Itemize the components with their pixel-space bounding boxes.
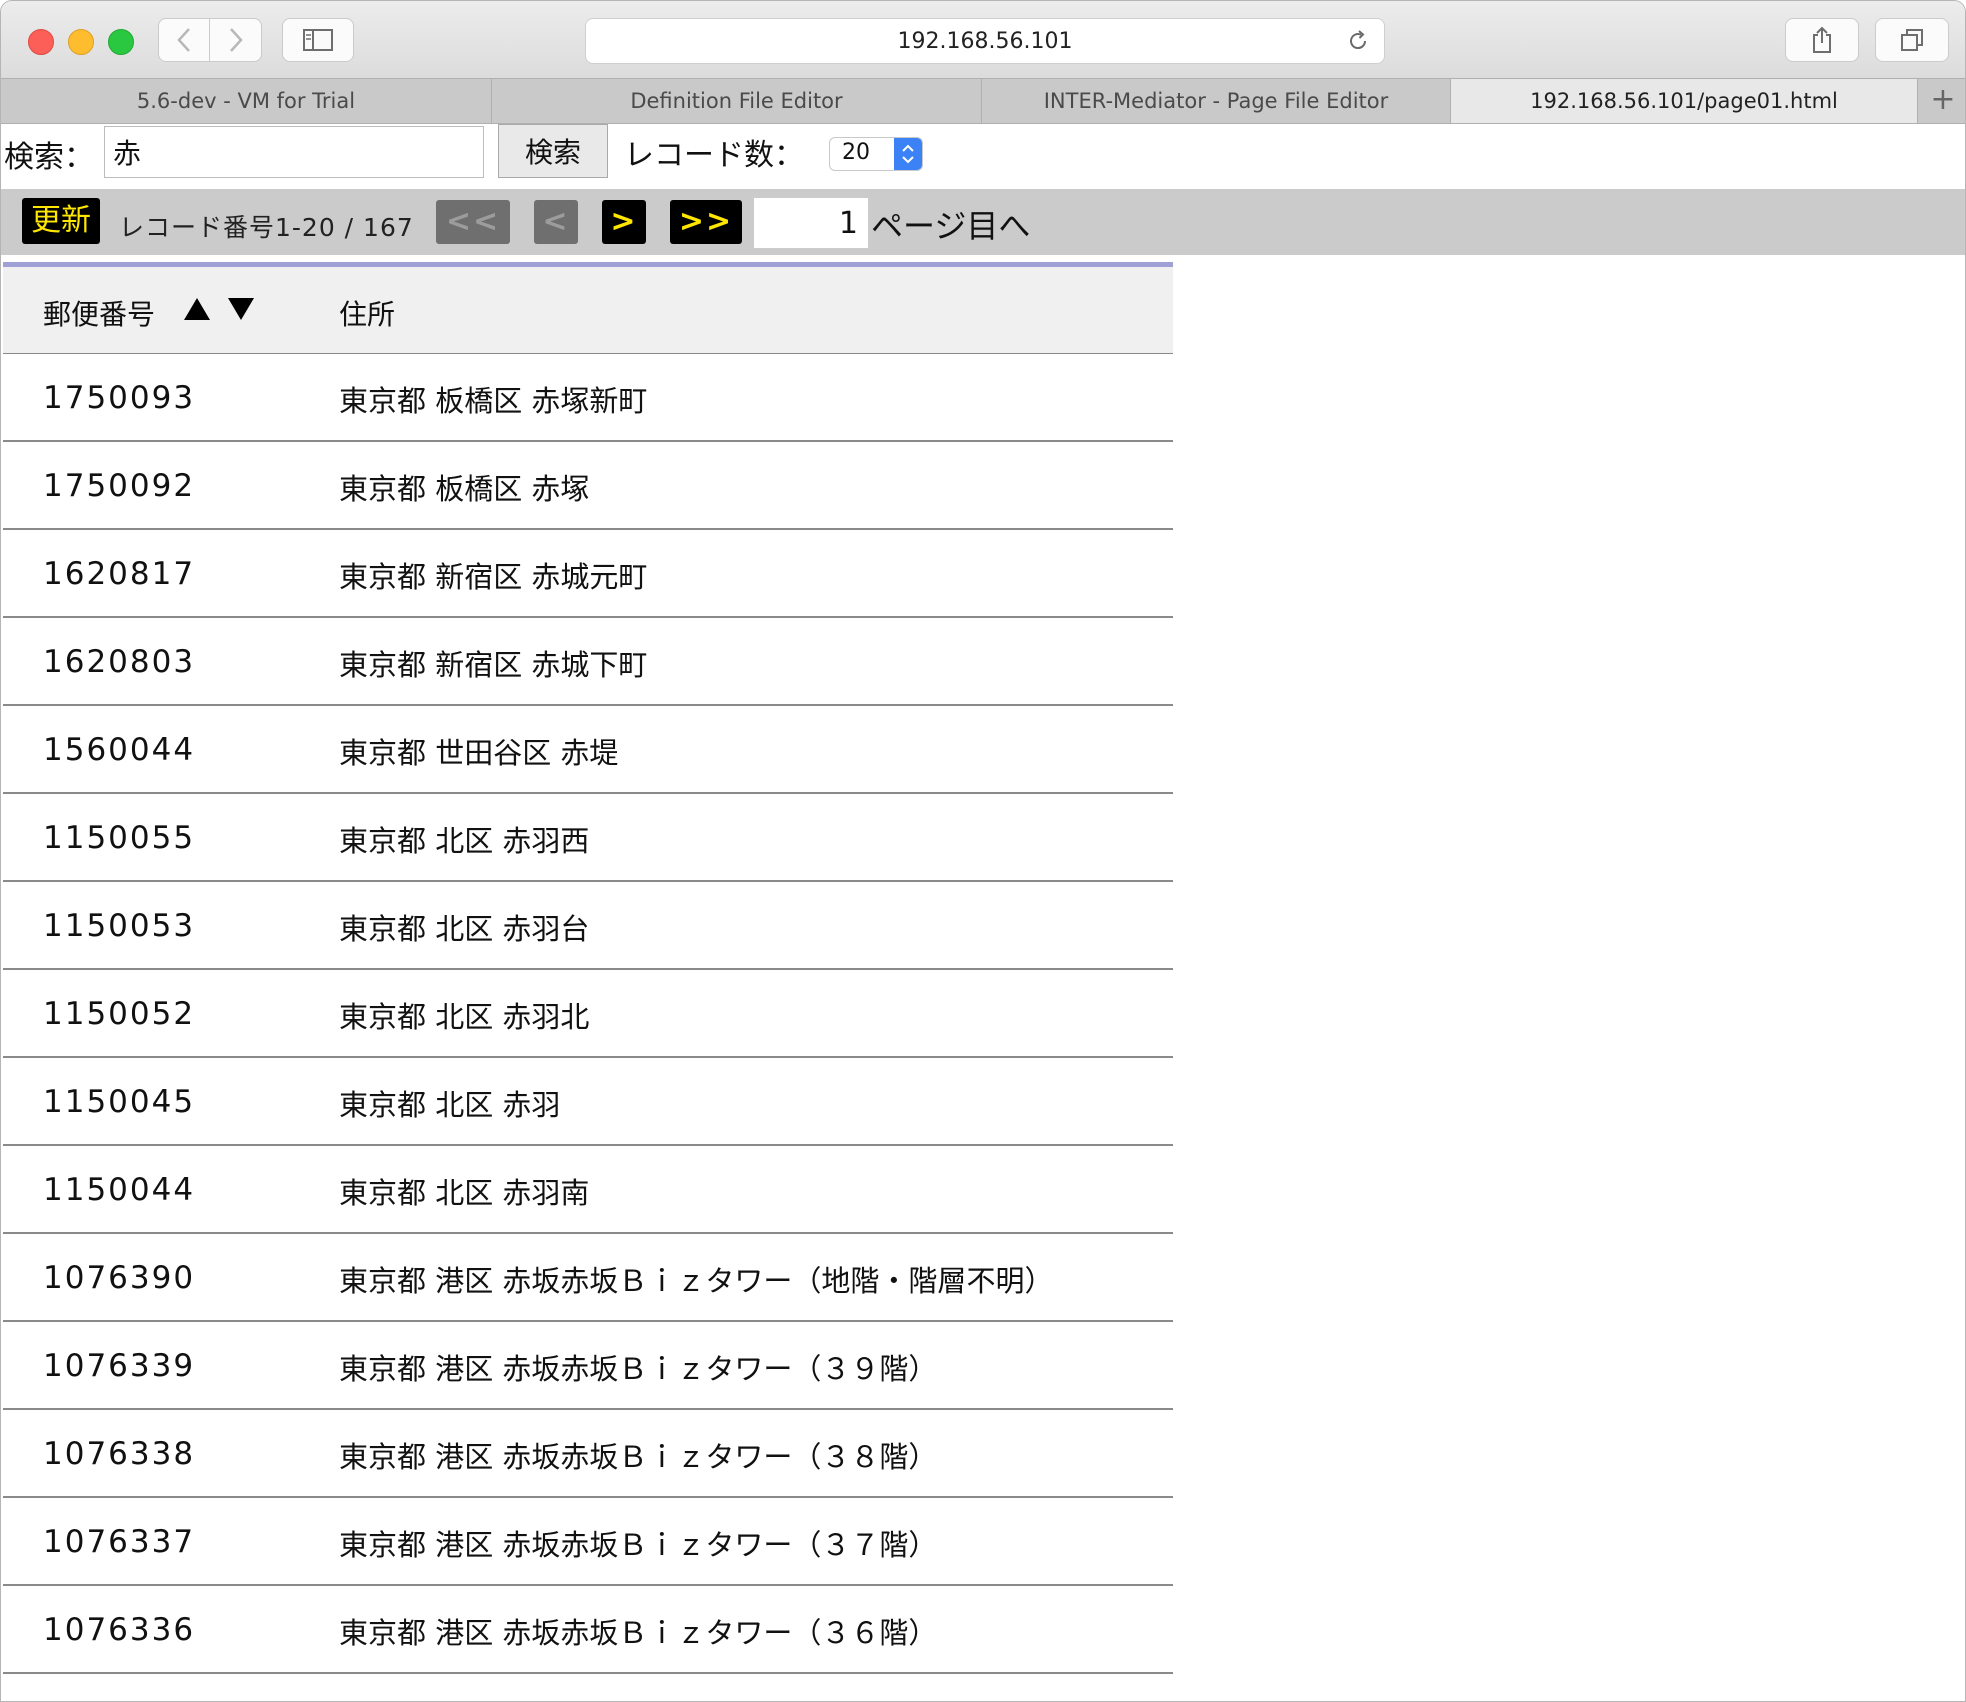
sort-asc-icon[interactable]: [183, 297, 211, 321]
zip-cell: 1150055: [43, 820, 196, 856]
address-cell: 東京都 港区 赤坂赤坂Ｂｉｚタワー（３６階）: [339, 1616, 938, 1650]
zip-cell: 1076338: [43, 1436, 196, 1472]
address-cell: 東京都 北区 赤羽: [339, 1088, 561, 1122]
page-content: 検索： 検索 レコード数： 20 更新 レコード番号1-20 / 167 << …: [1, 124, 1965, 1701]
chevron-left-icon: [177, 28, 190, 52]
table-row: 1750093 東京都 板橋区 赤塚新町: [3, 354, 1173, 442]
share-icon: [1813, 26, 1831, 53]
table-row: 1150055 東京都 北区 赤羽西: [3, 794, 1173, 882]
record-count-label: レコード数：: [624, 138, 804, 173]
address-cell: 東京都 港区 赤坂赤坂Ｂｉｚタワー（３９階）: [339, 1352, 938, 1386]
address-cell: 東京都 港区 赤坂赤坂Ｂｉｚタワー（地階・階層不明）: [339, 1264, 1054, 1298]
tab-label: 192.168.56.101/page01.html: [1530, 89, 1838, 113]
tabs-overview-icon: [1901, 29, 1923, 51]
zip-cell: 1076339: [43, 1348, 196, 1384]
zip-cell: 1620817: [43, 556, 196, 592]
search-input[interactable]: [104, 126, 484, 178]
zip-cell: 1150052: [43, 996, 196, 1032]
table-body: 1750093 東京都 板橋区 赤塚新町 1750092 東京都 板橋区 赤塚 1620…: [3, 354, 1173, 1674]
address-cell: 東京都 港区 赤坂赤坂Ｂｉｚタワー（３７階）: [339, 1528, 938, 1562]
zip-cell: 1076390: [43, 1260, 196, 1296]
address-cell: 東京都 北区 赤羽北: [339, 1000, 590, 1034]
tab-vm-for-trial[interactable]: 5.6-dev - VM for Trial: [1, 79, 492, 123]
tab-page-file-editor[interactable]: INTER-Mediator - Page File Editor: [982, 79, 1451, 123]
show-all-tabs-button[interactable]: [1875, 18, 1949, 62]
update-button[interactable]: 更新: [22, 198, 100, 244]
minimize-window-button[interactable]: [68, 29, 94, 55]
sort-desc-icon[interactable]: [227, 297, 255, 321]
last-page-button[interactable]: >>: [670, 200, 742, 244]
record-range-info: レコード番号1-20 / 167: [119, 213, 414, 242]
table-row: 1150045 東京都 北区 赤羽: [3, 1058, 1173, 1146]
search-row: 検索： 検索 レコード数： 20: [1, 124, 1965, 184]
table-row: 1076337 東京都 港区 赤坂赤坂Ｂｉｚタワー（３７階）: [3, 1498, 1173, 1586]
browser-window: 192.168.56.101 5.6-dev - VM for Trial De…: [0, 0, 1966, 1702]
address-cell: 東京都 北区 赤羽台: [339, 912, 590, 946]
sidebar-toggle-button[interactable]: [282, 18, 354, 62]
table-row: 1620817 東京都 新宿区 赤城元町: [3, 530, 1173, 618]
zip-cell: 1076337: [43, 1524, 196, 1560]
sidebar-icon: [303, 29, 333, 51]
zip-column-header: 郵便番号: [43, 298, 156, 331]
zoom-window-button[interactable]: [108, 29, 134, 55]
page-number-input[interactable]: [754, 198, 868, 248]
table-row: 1076339 東京都 港区 赤坂赤坂Ｂｉｚタワー（３９階）: [3, 1322, 1173, 1410]
share-button[interactable]: [1785, 18, 1859, 62]
table-row: 1620803 東京都 新宿区 赤城下町: [3, 618, 1173, 706]
table-row: 1150052 東京都 北区 赤羽北: [3, 970, 1173, 1058]
url-text: 192.168.56.101: [897, 29, 1073, 54]
tab-strip: 5.6-dev - VM for Trial Definition File E…: [1, 78, 1965, 124]
address-table: 郵便番号 住所 1750093 東京都 板橋区 赤塚新町 1750092 東京都 板橋…: [3, 262, 1173, 1674]
address-cell: 東京都 北区 赤羽西: [339, 824, 590, 858]
first-page-button[interactable]: <<: [436, 200, 510, 244]
tab-label: INTER-Mediator - Page File Editor: [1043, 89, 1389, 113]
table-row: 1150044 東京都 北区 赤羽南: [3, 1146, 1173, 1234]
zip-cell: 1620803: [43, 644, 196, 680]
close-window-button[interactable]: [28, 29, 54, 55]
zip-cell: 1560044: [43, 732, 196, 768]
address-cell: 東京都 港区 赤坂赤坂Ｂｉｚタワー（３８階）: [339, 1440, 938, 1474]
search-button[interactable]: 検索: [498, 124, 608, 178]
table-row: 1560044 東京都 世田谷区 赤堤: [3, 706, 1173, 794]
back-button[interactable]: [158, 18, 210, 62]
reload-icon[interactable]: [1346, 29, 1370, 53]
tab-page01[interactable]: 192.168.56.101/page01.html: [1451, 79, 1918, 123]
forward-button[interactable]: [210, 18, 262, 62]
table-row: 1076338 東京都 港区 赤坂赤坂Ｂｉｚタワー（３８階）: [3, 1410, 1173, 1498]
tab-label: 5.6-dev - VM for Trial: [136, 89, 356, 113]
zip-cell: 1150053: [43, 908, 196, 944]
go-to-page-label: ページ目へ: [871, 207, 1031, 245]
table-row: 1750092 東京都 板橋区 赤塚: [3, 442, 1173, 530]
chevron-right-icon: [229, 28, 243, 52]
address-column-header: 住所: [339, 298, 396, 331]
pagination-bar: 更新 レコード番号1-20 / 167 << < > >> ページ目へ: [1, 189, 1965, 255]
address-cell: 東京都 新宿区 赤城下町: [339, 648, 648, 682]
search-label: 検索：: [4, 140, 94, 175]
tab-label: Definition File Editor: [630, 89, 843, 113]
stepper-icon: [894, 138, 922, 170]
address-cell: 東京都 板橋区 赤塚新町: [339, 384, 648, 418]
address-cell: 東京都 北区 赤羽南: [339, 1176, 590, 1210]
new-tab-button[interactable]: +: [1921, 79, 1965, 123]
table-row: 1076336 東京都 港区 赤坂赤坂Ｂｉｚタワー（３６階）: [3, 1586, 1173, 1674]
next-page-button[interactable]: >: [602, 200, 646, 244]
table-row: 1076390 東京都 港区 赤坂赤坂Ｂｉｚタワー（地階・階層不明）: [3, 1234, 1173, 1322]
table-header: 郵便番号 住所: [3, 262, 1173, 354]
zip-cell: 1750093: [43, 380, 196, 416]
zip-cell: 1750092: [43, 468, 196, 504]
address-cell: 東京都 新宿区 赤城元町: [339, 560, 648, 594]
record-count-value: 20: [842, 140, 870, 165]
table-row: 1150053 東京都 北区 赤羽台: [3, 882, 1173, 970]
address-cell: 東京都 板橋区 赤塚: [339, 472, 590, 506]
zip-cell: 1076336: [43, 1612, 196, 1648]
record-count-select[interactable]: 20: [829, 137, 923, 171]
address-cell: 東京都 世田谷区 赤堤: [339, 736, 619, 770]
tab-definition-file-editor[interactable]: Definition File Editor: [492, 79, 982, 123]
address-bar[interactable]: 192.168.56.101: [585, 18, 1385, 64]
zip-cell: 1150044: [43, 1172, 196, 1208]
zip-cell: 1150045: [43, 1084, 196, 1120]
title-bar: 192.168.56.101: [1, 1, 1965, 78]
prev-page-button[interactable]: <: [534, 200, 578, 244]
